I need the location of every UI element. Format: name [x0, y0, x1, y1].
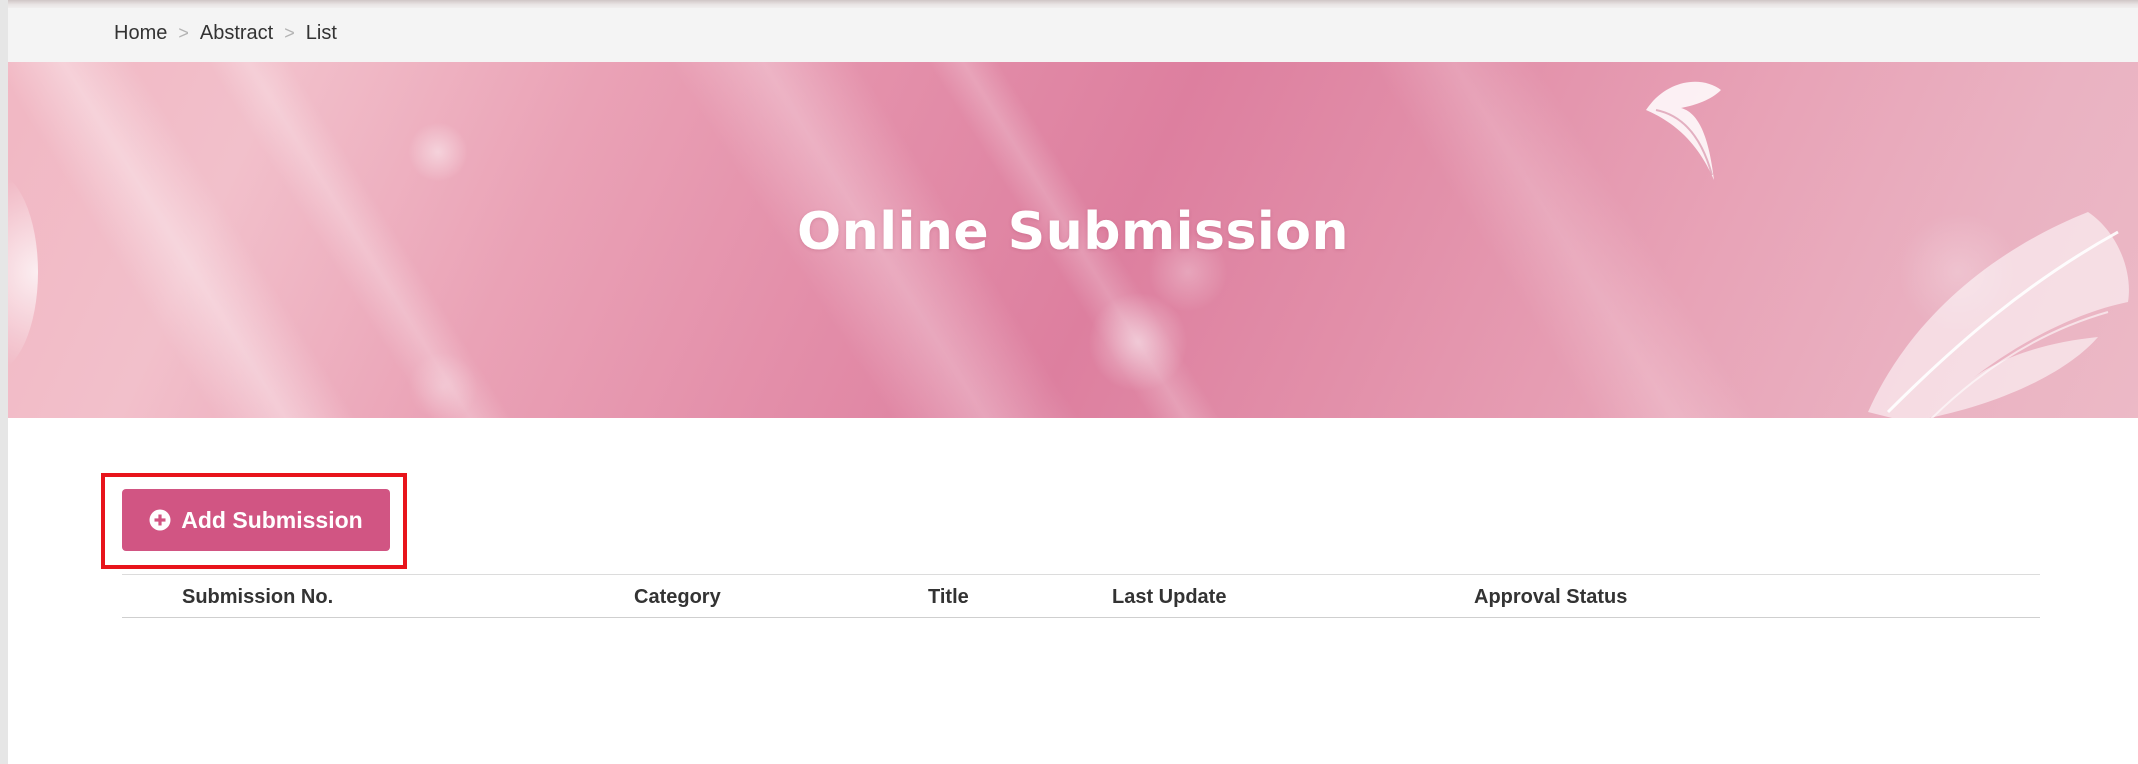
column-title: Title [928, 586, 969, 608]
breadcrumb-bar: Home > Abstract > List [8, 8, 2138, 62]
breadcrumb-separator: > [178, 23, 189, 43]
breadcrumb-home[interactable]: Home [114, 22, 167, 45]
column-approval-status: Approval Status [1474, 586, 1628, 608]
page: Home > Abstract > List Online Submission [0, 0, 2138, 764]
bokeh-orb [408, 122, 468, 182]
add-submission-label: Add Submission [181, 506, 363, 533]
column-last-update: Last Update [1112, 586, 1227, 608]
submissions-table: Submission No. Category Title Last Updat… [122, 574, 2040, 618]
plus-circle-icon [149, 509, 171, 531]
feather-icon [1646, 81, 1721, 180]
table-header: Submission No. Category Title Last Updat… [122, 574, 2040, 618]
bokeh-orb [408, 352, 478, 418]
column-category: Category [634, 586, 721, 608]
breadcrumb-abstract[interactable]: Abstract [200, 22, 273, 45]
hero-banner: Online Submission [8, 62, 2138, 418]
page-title: Online Submission [797, 202, 1349, 262]
breadcrumb-separator: > [284, 23, 295, 43]
column-submission-no: Submission No. [182, 586, 334, 608]
breadcrumb-list: List [305, 22, 337, 44]
add-submission-button[interactable]: Add Submission [122, 489, 390, 551]
breadcrumb: Home > Abstract > List [114, 22, 337, 45]
